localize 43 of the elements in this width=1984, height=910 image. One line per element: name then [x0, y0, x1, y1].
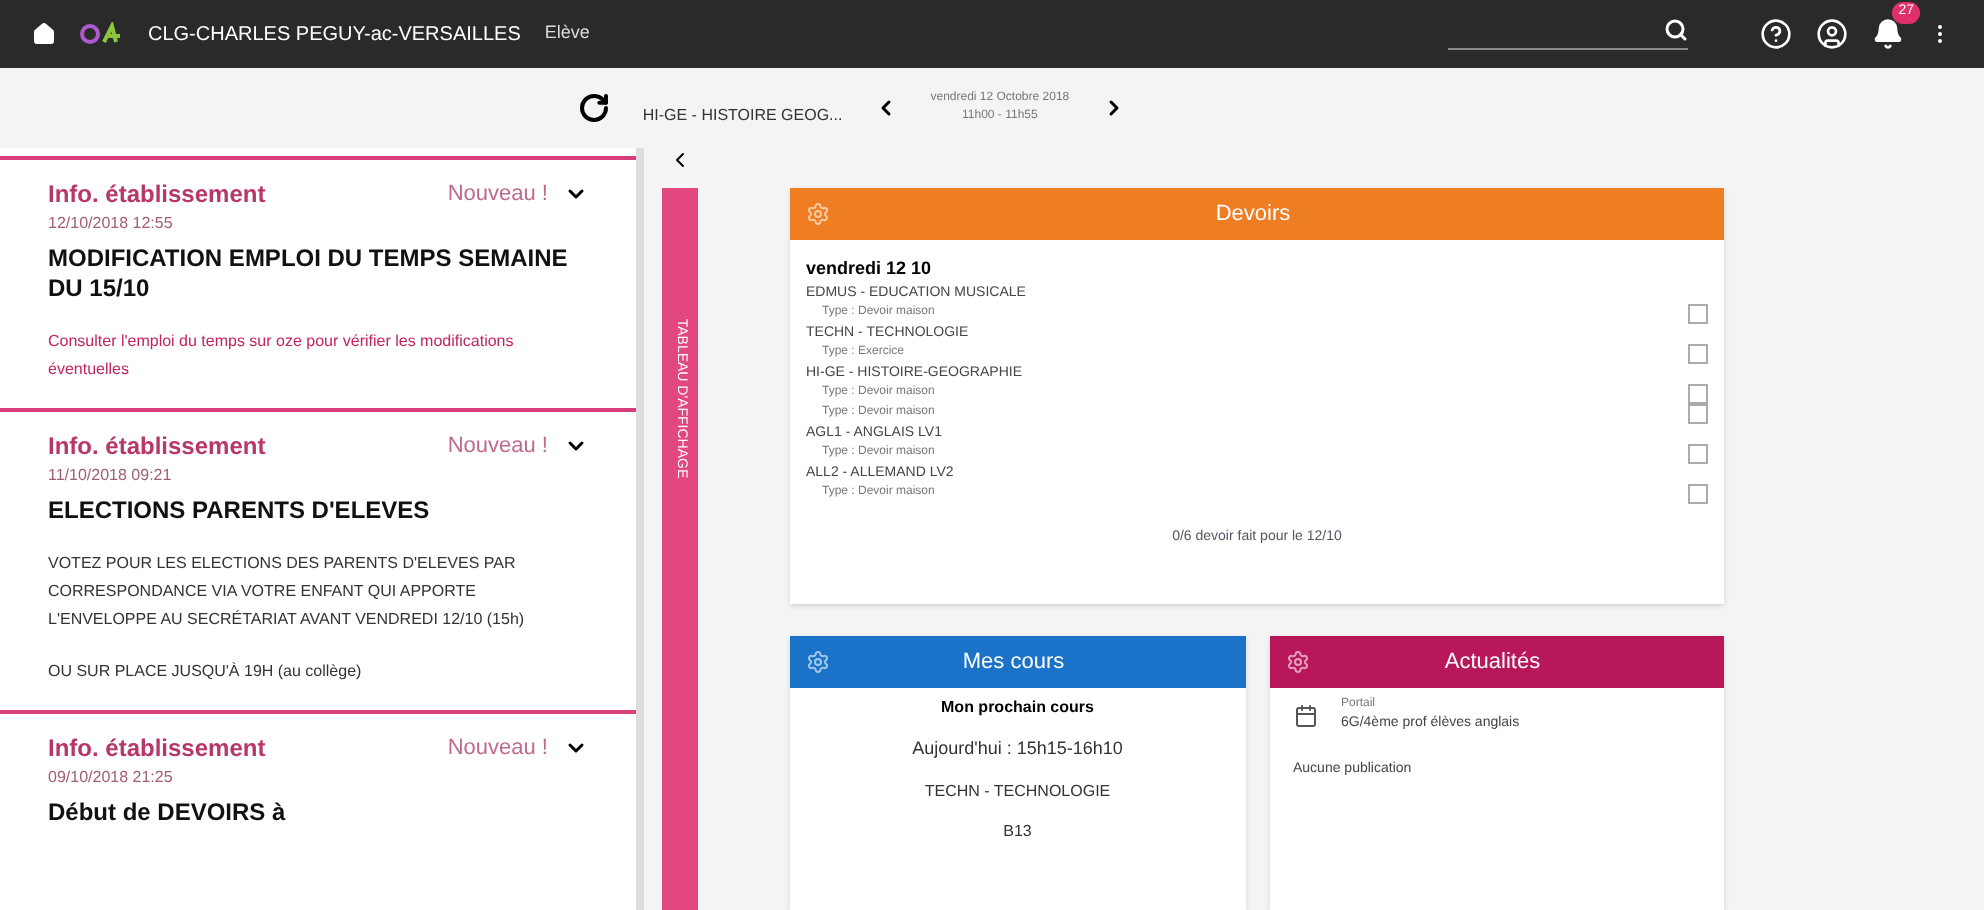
card-title: Mes cours	[960, 647, 1067, 678]
post-date: 12/10/2018 12:55	[48, 212, 175, 236]
post-date: 11/10/2018 09:21	[48, 464, 174, 488]
new-label: Nouveau !	[447, 733, 548, 764]
role-label: Elève	[544, 20, 590, 47]
course-name: HI-GE - HISTOIRE GEOG...	[642, 104, 843, 128]
course-subject: TECHN - TECHNOLOGIE	[924, 779, 1111, 803]
task-checkbox[interactable]	[1688, 443, 1708, 463]
post-link[interactable]: Consulter l'emploi du temps sur oze pour vérifier les modifications éventuelles	[48, 328, 588, 384]
post-category: Info. établissement	[48, 732, 266, 766]
bell-icon[interactable]	[1872, 18, 1904, 50]
post-title: ELECTIONS PARENTS D'ELEVES	[48, 496, 432, 526]
day-heading: vendredi 12 10	[806, 256, 934, 282]
help-icon[interactable]	[1760, 18, 1792, 50]
task-checkbox[interactable]	[1688, 403, 1708, 423]
school-name: CLG-CHARLES PEGUY-ac-VERSAILLES	[148, 21, 521, 49]
post-date: 09/10/2018 21:25	[48, 766, 175, 790]
post-text: OU SUR PLACE JUSQU'À 19H (au collège)	[48, 660, 364, 684]
logo-icon	[80, 22, 124, 46]
search-field[interactable]	[1448, 18, 1688, 50]
user-icon[interactable]	[1816, 18, 1848, 50]
task-checkbox[interactable]	[1688, 483, 1708, 503]
settings-icon[interactable]	[806, 650, 830, 674]
post-title: MODIFICATION EMPLOI DU TEMPS SEMAINE DU 15/10	[48, 244, 570, 304]
post-title: Début de DEVOIRS à	[48, 798, 288, 828]
post-category: Info. établissement	[48, 178, 266, 212]
post-category: Info. établissement	[48, 430, 266, 464]
calendar-icon	[1293, 703, 1317, 728]
card-title: Devoirs	[1213, 199, 1293, 230]
new-label: Nouveau !	[447, 179, 548, 210]
next-course-heading: Mon prochain cours	[941, 696, 1094, 720]
post-text: VOTEZ POUR LES ELECTIONS DES PARENTS D'ELEVES PAR CORRESPONDANCE VIA VOTRE ENFANT QUI APPORTE L'ENVELOPPE AU SECRÉTARIAT AVANT VENDREDI 12/10 (15h)	[48, 552, 527, 632]
home-icon[interactable]	[32, 22, 56, 46]
course-room: B13	[1003, 819, 1032, 843]
task-checkbox[interactable]	[1688, 343, 1708, 363]
new-label: Nouveau !	[447, 431, 548, 462]
task-checkbox[interactable]	[1688, 383, 1708, 403]
refresh-icon[interactable]	[578, 92, 611, 124]
search-icon	[1664, 18, 1688, 42]
card-title: Actualités	[1442, 647, 1543, 678]
settings-icon[interactable]	[1285, 650, 1309, 674]
course-when: Aujourd'hui : 15h15-16h10	[912, 736, 1123, 762]
task-checkbox[interactable]	[1688, 303, 1708, 323]
